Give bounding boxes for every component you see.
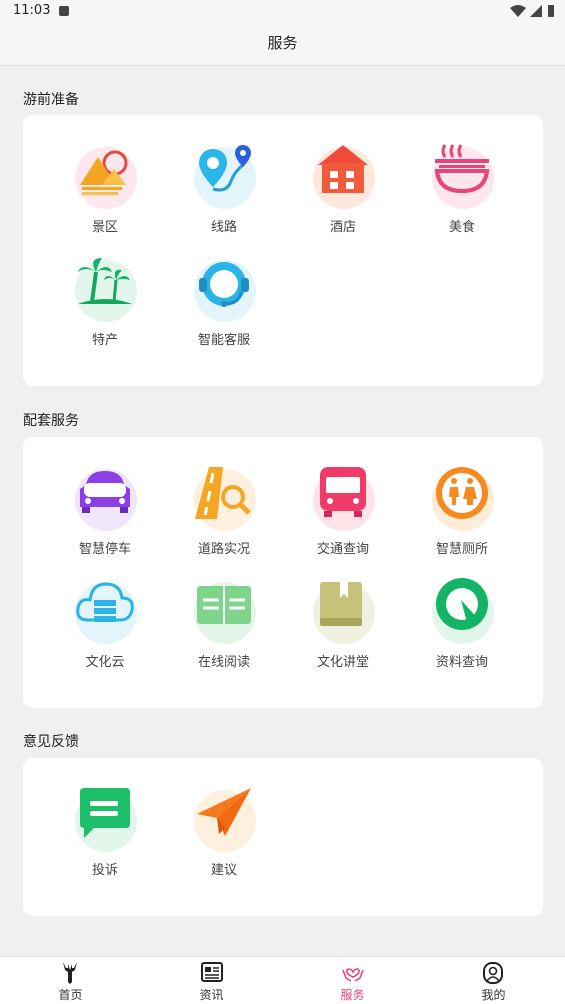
service-label: 智慧厕所 — [435, 542, 488, 557]
status-bar: 11:03 — [0, 0, 565, 24]
service-traffic-query[interactable]: 交通查询 — [293, 463, 393, 563]
service-label: 文化讲堂 — [316, 655, 369, 670]
service-smart-parking[interactable]: 智慧停车 — [55, 463, 155, 563]
service-label: 酒店 — [329, 220, 356, 235]
mountain-sun-icon — [80, 150, 128, 195]
title-bar: 服务 — [0, 24, 565, 66]
service-specialty[interactable]: 特产 — [55, 254, 155, 354]
service-road-conditions[interactable]: 道路实况 — [174, 463, 274, 563]
service-complaint[interactable]: 投诉 — [55, 784, 155, 884]
service-culture-cloud[interactable]: 文化云 — [55, 576, 155, 676]
tab-home[interactable]: 首页 — [0, 957, 141, 1004]
service-label: 交通查询 — [316, 542, 369, 557]
search-arrow-icon — [436, 578, 488, 630]
road-search-icon — [195, 467, 251, 519]
page-title: 服务 — [267, 34, 298, 52]
newspaper-icon — [201, 962, 223, 982]
service-culture-lecture[interactable]: 文化讲堂 — [293, 576, 393, 676]
service-smart-toilet[interactable]: 智慧厕所 — [412, 463, 512, 563]
open-book-icon — [197, 586, 251, 624]
service-label: 美食 — [448, 220, 475, 235]
restroom-icon — [436, 467, 488, 519]
service-label: 在线阅读 — [197, 655, 250, 670]
tab-label: 服务 — [340, 988, 365, 1002]
bottom-tab-bar: 首页 资讯 服务 我的 — [0, 956, 565, 1004]
service-online-reading[interactable]: 在线阅读 — [174, 576, 274, 676]
system-status-icons — [510, 5, 554, 17]
cloud-server-icon — [76, 582, 134, 622]
section-title-services: 配套服务 — [23, 413, 79, 429]
service-label: 线路 — [210, 220, 237, 235]
service-data-query[interactable]: 资料查询 — [412, 576, 512, 676]
tab-services[interactable]: 服务 — [282, 957, 423, 1004]
tab-profile[interactable]: 我的 — [423, 957, 564, 1004]
service-route[interactable]: 线路 — [174, 141, 274, 241]
hands-heart-icon — [342, 968, 364, 982]
feedback-card: 投诉 建议 — [23, 758, 543, 916]
hotel-house-icon — [318, 145, 368, 193]
section-title-trip-prep: 游前准备 — [23, 92, 79, 108]
user-icon — [483, 962, 503, 984]
bus-icon — [320, 467, 366, 517]
service-food[interactable]: 美食 — [412, 141, 512, 241]
service-label: 智慧停车 — [78, 542, 131, 557]
service-content[interactable]: 游前准备 景区 线路 酒店 美食 特产 智能客服 配套服务 智慧停车 道路实况 … — [0, 66, 565, 956]
headset-agent-icon — [199, 262, 249, 307]
service-label: 景区 — [91, 220, 118, 235]
tab-label: 资讯 — [199, 988, 224, 1002]
service-label: 投诉 — [91, 863, 118, 878]
tab-news[interactable]: 资讯 — [141, 957, 282, 1004]
service-suggestion[interactable]: 建议 — [174, 784, 274, 884]
services-card: 智慧停车 道路实况 交通查询 智慧厕所 文化云 在线阅读 文化讲堂 资料查询 — [23, 437, 543, 708]
route-pin-icon — [199, 145, 251, 192]
service-scenic-spot[interactable]: 景区 — [55, 141, 155, 241]
tab-label: 我的 — [481, 988, 506, 1002]
service-label: 道路实况 — [197, 542, 250, 557]
closed-book-icon — [320, 582, 362, 626]
service-label: 资料查询 — [435, 655, 488, 670]
notification-icon — [59, 6, 69, 16]
tab-label: 首页 — [58, 988, 83, 1002]
palm-island-icon — [78, 258, 132, 304]
service-label: 特产 — [91, 333, 118, 348]
status-time: 11:03 — [13, 3, 51, 18]
service-label: 智能客服 — [197, 333, 250, 348]
service-smart-support[interactable]: 智能客服 — [174, 254, 274, 354]
service-label: 建议 — [210, 863, 237, 878]
trip-prep-card: 景区 线路 酒店 美食 特产 智能客服 — [23, 115, 543, 386]
food-bowl-icon — [434, 144, 490, 194]
service-label: 文化云 — [85, 655, 125, 670]
service-hotel[interactable]: 酒店 — [293, 141, 393, 241]
section-title-feedback: 意见反馈 — [23, 734, 79, 750]
car-icon — [80, 471, 130, 513]
chat-bubble-icon — [80, 788, 130, 838]
paper-plane-icon — [197, 788, 251, 836]
deer-icon — [63, 962, 77, 984]
